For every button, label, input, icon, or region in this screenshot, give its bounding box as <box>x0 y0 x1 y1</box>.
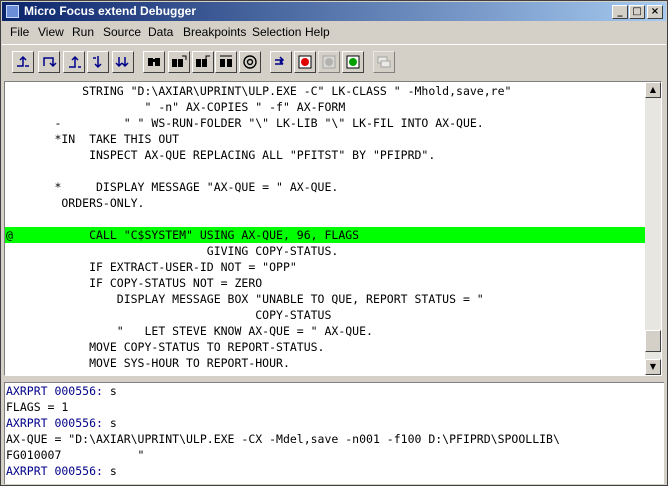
step-into-icon <box>93 56 102 69</box>
console-prompt: AXRPRT 000556: <box>6 464 103 478</box>
close-button[interactable]: × <box>647 5 663 19</box>
window-tile-icon <box>377 56 391 68</box>
find-all-icon <box>220 55 232 67</box>
find-button[interactable] <box>143 51 165 73</box>
step-back-icon <box>115 57 129 68</box>
at-button[interactable] <box>239 51 261 73</box>
console-prompt: AXRPRT 000556: <box>6 384 103 398</box>
minimize-button[interactable]: _ <box>612 5 628 19</box>
step-back-button[interactable] <box>112 51 134 73</box>
current-execution-line[interactable]: @ CALL "C$SYSTEM" USING AX-QUE, 96, FLAG… <box>5 227 646 243</box>
menu-selection[interactable]: Selection <box>252 25 301 39</box>
console-text: FLAGS = 1 <box>6 400 69 414</box>
source-pane[interactable]: STRING "D:\AXIAR\UPRINT\ULP.EXE -C" LK-C… <box>4 81 662 376</box>
source-line[interactable]: MOVE SYS-HOUR TO REPORT-HOUR. <box>5 355 646 371</box>
source-line[interactable] <box>5 211 646 227</box>
find-next-icon <box>172 55 187 67</box>
source-code: STRING "D:\AXIAR\UPRINT\ULP.EXE -C" LK-C… <box>5 83 646 371</box>
maximize-button[interactable]: □ <box>629 5 645 19</box>
source-line[interactable]: " -n" AX-COPIES " -f" AX-FORM <box>5 99 646 115</box>
source-line[interactable]: MOVE COPY-STATUS TO REPORT-STATUS. <box>5 339 646 355</box>
run-to-cursor-icon <box>275 56 285 65</box>
console-text: s <box>102 464 117 478</box>
scroll-thumb[interactable] <box>645 330 661 352</box>
debug-console[interactable]: AXRPRT 000556: s FLAGS = 1 AXRPRT 000556: … <box>4 382 664 484</box>
source-line[interactable]: STRING "D:\AXIAR\UPRINT\ULP.EXE -C" LK-C… <box>5 83 646 99</box>
source-line[interactable] <box>5 163 646 179</box>
scroll-down-button[interactable]: ▼ <box>645 359 661 375</box>
app-icon <box>6 5 19 18</box>
menu-source[interactable]: Source <box>103 25 141 39</box>
clear-breakpoint-icon <box>322 55 336 69</box>
source-line[interactable]: ORDERS-ONLY. <box>5 195 646 211</box>
source-line[interactable]: DISPLAY MESSAGE BOX "UNABLE TO QUE, REPO… <box>5 291 646 307</box>
console-line: AXRPRT 000556: s <box>5 463 664 479</box>
find-all-button[interactable] <box>215 51 237 73</box>
step-button[interactable] <box>12 51 34 73</box>
title-bar[interactable]: Micro Focus extend Debugger _ □ × <box>2 2 666 21</box>
step-out-button[interactable] <box>63 51 85 73</box>
step-into-button[interactable] <box>87 51 109 73</box>
menu-breakpoints[interactable]: Breakpoints <box>183 25 246 39</box>
breakpoint-list-icon <box>346 55 360 69</box>
find-previous-button[interactable] <box>192 51 214 73</box>
source-line[interactable]: GIVING COPY-STATUS. <box>5 243 646 259</box>
find-previous-icon <box>196 55 210 67</box>
menu-bar: File View Run Source Data Breakpoints Se… <box>2 22 666 42</box>
source-vertical-scrollbar[interactable]: ▲ ▼ <box>645 82 661 375</box>
set-breakpoint-button[interactable] <box>294 51 316 73</box>
console-text: s <box>102 384 117 398</box>
run-to-cursor-button[interactable] <box>270 51 292 73</box>
pane-splitter[interactable] <box>2 377 666 381</box>
at-sign-icon <box>243 55 257 69</box>
source-line[interactable]: * DISPLAY MESSAGE "AX-QUE = " AX-QUE. <box>5 179 646 195</box>
source-line[interactable]: IF COPY-STATUS NOT = ZERO <box>5 275 646 291</box>
step-icon <box>17 55 29 67</box>
source-line[interactable]: IF EXTRACT-USER-ID NOT = "OPP" <box>5 259 646 275</box>
console-line: AXRPRT 000556: s <box>5 415 664 431</box>
menu-data[interactable]: Data <box>148 25 173 39</box>
find-next-button[interactable] <box>168 51 190 73</box>
source-line[interactable]: COPY-STATUS <box>5 307 646 323</box>
breakpoint-list-button[interactable] <box>342 51 364 73</box>
source-line[interactable]: - " " WS-RUN-FOLDER "\" LK-LIB "\" LK-FI… <box>5 115 646 131</box>
source-line[interactable]: " LET STEVE KNOW AX-QUE = " AX-QUE. <box>5 323 646 339</box>
console-text: FG010007 " <box>6 448 145 462</box>
scroll-up-button[interactable]: ▲ <box>645 82 661 98</box>
console-text: s <box>102 416 117 430</box>
source-line[interactable]: INSPECT AX-QUE REPLACING ALL "PFITST" BY… <box>5 147 646 163</box>
find-icon <box>148 58 160 66</box>
menu-run[interactable]: Run <box>72 25 94 39</box>
console-line: FLAGS = 1 <box>5 399 664 415</box>
menu-view[interactable]: View <box>38 25 64 39</box>
console-line: FG010007 " <box>5 447 664 463</box>
window-title: Micro Focus extend Debugger <box>24 4 197 18</box>
set-breakpoint-icon <box>298 55 312 69</box>
toolbar <box>2 44 666 78</box>
step-over-icon <box>43 57 57 68</box>
console-line: AXRPRT 000556: s <box>5 383 664 399</box>
step-over-button[interactable] <box>38 51 60 73</box>
source-line[interactable]: *IN TAKE THIS OUT <box>5 131 646 147</box>
menu-file[interactable]: File <box>10 25 29 39</box>
console-prompt: AXRPRT 000556: <box>6 416 103 430</box>
debugger-window: Micro Focus extend Debugger _ □ × File V… <box>0 0 668 486</box>
clear-breakpoint-button[interactable] <box>318 51 340 73</box>
step-out-icon <box>69 55 81 68</box>
menu-help[interactable]: Help <box>305 25 330 39</box>
console-line: AX-QUE = "D:\AXIAR\UPRINT\ULP.EXE -CX -M… <box>5 431 664 447</box>
console-text: AX-QUE = "D:\AXIAR\UPRINT\ULP.EXE -CX -M… <box>6 432 560 446</box>
window-tile-button[interactable] <box>373 51 395 73</box>
